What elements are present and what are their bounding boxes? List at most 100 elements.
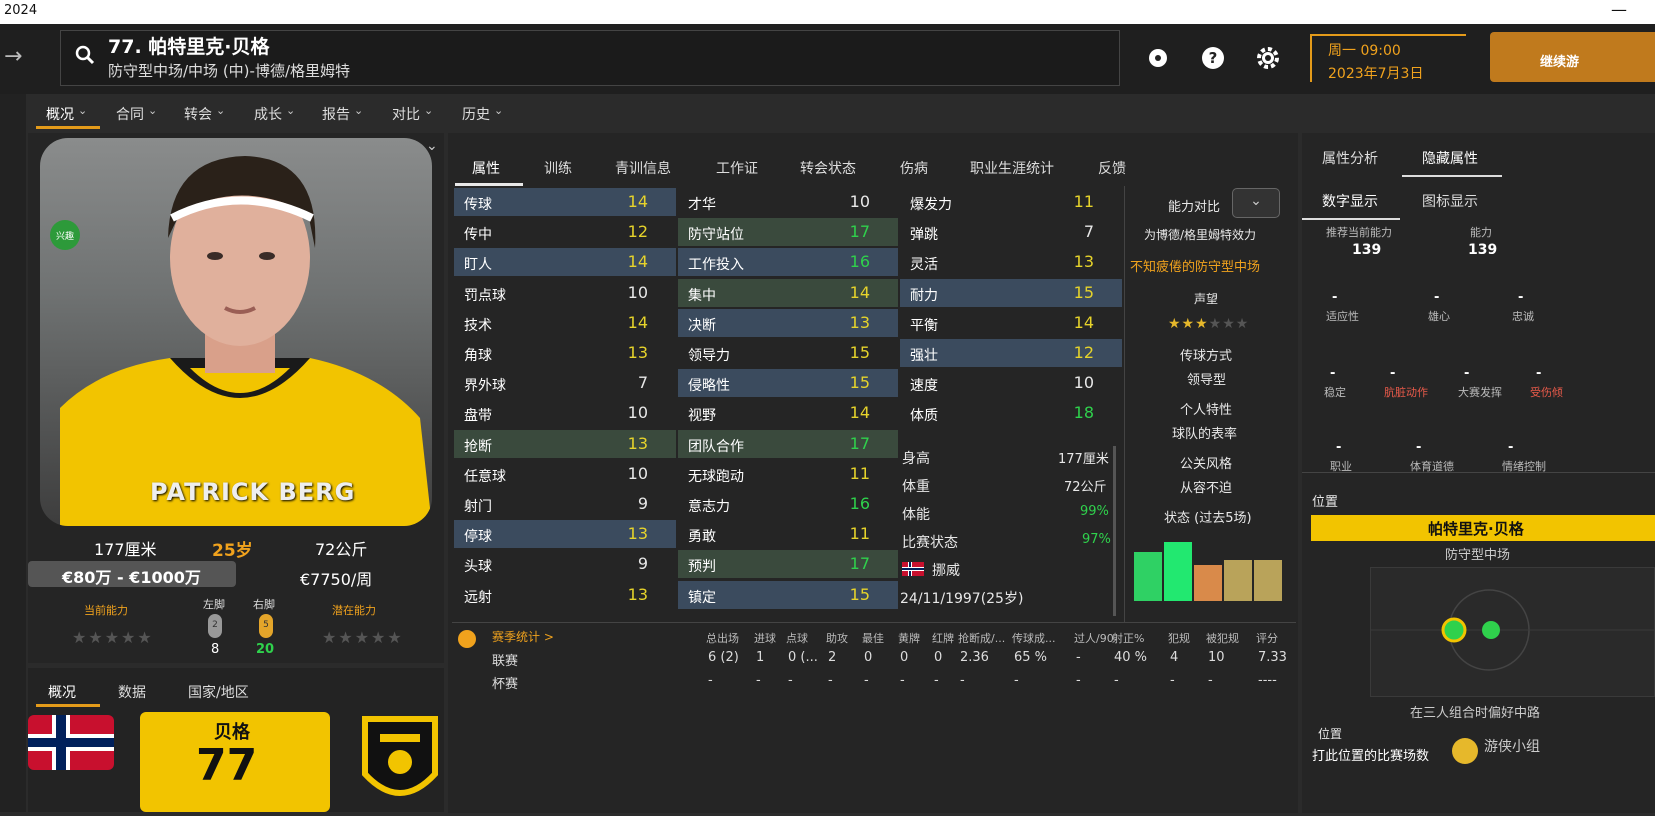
season-col-header: 总出场 — [706, 632, 739, 645]
info-weight-value: 72公斤 — [1064, 480, 1107, 495]
forward-arrow-icon[interactable]: → — [4, 44, 22, 69]
attr-name: 速度 — [910, 378, 938, 395]
subtab-icons[interactable]: 图标显示 — [1422, 191, 1478, 211]
compare-label: 能力对比 — [1168, 200, 1221, 215]
info-fitness-label: 体能 — [902, 507, 930, 523]
attr-name: 才华 — [688, 197, 716, 213]
attr-name: 远射 — [464, 589, 492, 606]
attr-name: 决断 — [688, 317, 716, 334]
nav-item-4[interactable]: 报告 — [322, 104, 350, 124]
attr-value: 14 — [1073, 312, 1094, 332]
attr-value: 14 — [849, 403, 870, 423]
attr-value: 15 — [849, 584, 870, 604]
settings-gear-icon[interactable] — [1255, 45, 1281, 75]
tab-2[interactable]: 青训信息 — [615, 158, 671, 178]
season-col-header: 黄牌 — [898, 632, 920, 645]
ca-label: 能力 — [1470, 226, 1492, 239]
subtab-numbers[interactable]: 数字显示 — [1322, 191, 1378, 211]
position-games-label: 打此位置的比赛场数 — [1312, 749, 1430, 764]
attr-name: 侵略性 — [688, 378, 730, 395]
traits-value: 球队的表率 — [1172, 427, 1238, 442]
date-weekday-time: 周一 09:00 — [1328, 43, 1401, 59]
attr-value: 10 — [849, 192, 870, 211]
tab-6[interactable]: 职业生涯统计 — [970, 158, 1054, 178]
tab-5[interactable]: 伤病 — [900, 158, 928, 178]
traits-label: 个人特性 — [1180, 403, 1233, 418]
attr-name: 任意球 — [464, 468, 506, 485]
tab-7[interactable]: 反馈 — [1098, 158, 1126, 178]
bottom-tab-data[interactable]: 数据 — [118, 682, 146, 702]
ball-icon[interactable] — [1146, 46, 1170, 74]
info-height-label: 身高 — [902, 451, 930, 467]
nav-item-6[interactable]: 历史 — [462, 104, 490, 124]
hidden-attr-label: 职业 — [1330, 460, 1352, 473]
watermark-text: 游侠小组 — [1484, 739, 1540, 755]
attr-name: 灵活 — [910, 257, 938, 274]
attr-value: 14 — [849, 282, 870, 302]
nav-chevron-icon: ⌄ — [148, 104, 158, 117]
attr-value: 13 — [849, 312, 870, 332]
season-cell: 0 — [864, 650, 873, 665]
bottom-tab-nation[interactable]: 国家/地区 — [188, 682, 249, 702]
season-cell: 7.33 — [1258, 650, 1287, 665]
profile-height: 177厘米 — [94, 540, 157, 559]
subtab-underline — [1302, 218, 1400, 220]
hidden-attr-value: - — [1464, 366, 1470, 381]
player-title: 77. 帕特里克·贝格 — [108, 36, 270, 58]
hidden-attr-label: 雄心 — [1428, 310, 1450, 323]
right-tab-analysis[interactable]: 属性分析 — [1322, 148, 1378, 168]
tab-4[interactable]: 转会状态 — [800, 158, 856, 178]
tab-3[interactable]: 工作证 — [716, 158, 758, 178]
attr-name: 弹跳 — [910, 227, 938, 244]
form-bar-chart — [1134, 535, 1284, 601]
nav-item-3[interactable]: 成长 — [254, 104, 282, 124]
compare-dropdown-chevron-icon[interactable]: ⌄ — [1232, 188, 1280, 218]
season-stats-link[interactable]: 赛季统计 > — [492, 628, 554, 645]
attr-value: 16 — [849, 494, 870, 513]
attr-value: 17 — [849, 433, 870, 453]
nav-item-2[interactable]: 转会 — [184, 104, 212, 124]
attr-value: 13 — [627, 584, 648, 604]
season-cell: - — [788, 673, 793, 688]
attr-name: 射门 — [464, 499, 492, 515]
tab-0[interactable]: 属性 — [472, 158, 500, 178]
minimize-button[interactable]: — — [1611, 0, 1627, 19]
tab-1[interactable]: 训练 — [544, 158, 572, 178]
attr-name: 集中 — [688, 287, 716, 304]
attr-value: 10 — [627, 282, 648, 302]
help-icon[interactable]: ? — [1201, 46, 1225, 74]
season-cell: - — [960, 673, 965, 688]
media-value: 从容不迫 — [1180, 481, 1233, 496]
hidden-attr-value: - — [1336, 440, 1342, 455]
interest-badge: 兴趣 — [50, 220, 80, 250]
attr-value: 11 — [1073, 192, 1094, 211]
norway-flag-icon — [28, 715, 114, 770]
nav-item-1[interactable]: 合同 — [116, 104, 144, 124]
attr-value: 7 — [1083, 222, 1094, 242]
left-foot-label: 左脚 — [203, 598, 225, 611]
hidden-attr-value: - — [1332, 290, 1338, 305]
season-cell: - — [828, 673, 833, 688]
continue-button[interactable]: 继续游 — [1490, 32, 1655, 82]
season-cell: - — [1114, 673, 1119, 688]
attr-name: 工作投入 — [688, 257, 744, 274]
shirt-name: PATRICK BERG — [150, 478, 356, 506]
season-cell: 1 — [756, 650, 765, 665]
nav-item-5[interactable]: 对比 — [392, 104, 420, 124]
info-norway-flag-icon — [902, 562, 924, 576]
profile-weight: 72公斤 — [315, 540, 368, 559]
right-tab-hidden[interactable]: 隐藏属性 — [1422, 148, 1478, 168]
info-nation: 挪威 — [932, 563, 960, 579]
nav-chevron-icon: ⌄ — [354, 104, 364, 117]
attr-name: 镇定 — [688, 589, 716, 606]
attr-value: 12 — [1073, 343, 1094, 362]
season-col-header: 红牌 — [932, 632, 954, 645]
nav-item-0[interactable]: 概况 — [46, 104, 74, 124]
info-scrollbar[interactable] — [1113, 446, 1116, 616]
search-icon[interactable] — [74, 44, 96, 70]
bottom-tab-overview[interactable]: 概况 — [48, 682, 76, 702]
right-foot-icon: 5 — [259, 614, 273, 638]
compare-for-club: 为博德/格里姆特效力 — [1144, 228, 1257, 242]
photo-chevron-icon[interactable]: ⌄ — [426, 138, 438, 154]
attr-value: 13 — [627, 433, 648, 453]
